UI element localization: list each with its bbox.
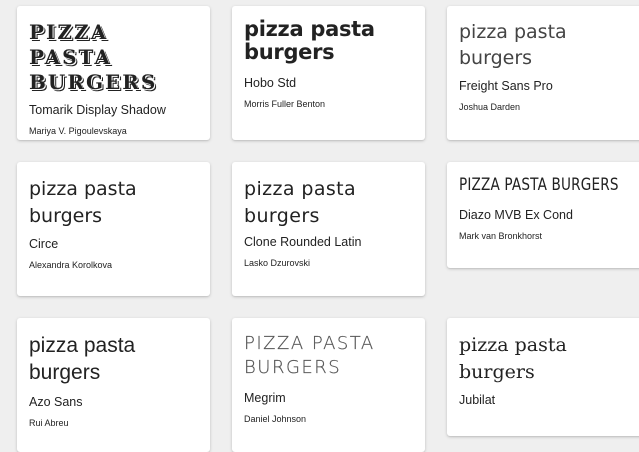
font-name: Hobo Std: [244, 76, 297, 91]
font-designer: Mark van Bronkhorst: [459, 230, 543, 241]
font-card-hobo[interactable]: pizza pasta burgers Hobo Std Morris Full…: [232, 6, 425, 140]
font-gallery: pizza pasta burgers Tomarik Display Shad…: [0, 0, 639, 452]
font-sample: PIZZA PASTA BURGERS: [459, 175, 619, 195]
font-sample: pizza pasta burgers: [459, 334, 567, 383]
font-designer: Mariya V. Pigoulevskaya: [29, 126, 127, 136]
font-designer: Lasko Dzurovski: [244, 258, 311, 269]
font-sample: pizza pasta burgers: [29, 20, 158, 94]
font-card-megrim[interactable]: pizza pasta burgers Megrim Daniel Johnso…: [232, 318, 425, 452]
font-card-azo-sans[interactable]: pizza pasta burgers Azo Sans Rui Abreu: [17, 318, 210, 452]
font-sample: pizza pasta burgers: [29, 334, 136, 385]
font-name: Tomarik Display Shadow: [29, 103, 166, 117]
font-sample: pizza pasta burgers: [459, 21, 567, 69]
font-name: Azo Sans: [29, 394, 83, 409]
font-designer: Rui Abreu: [29, 417, 69, 428]
font-name: Diazo MVB Ex Cond: [459, 207, 573, 222]
font-name: Megrim: [244, 390, 286, 405]
font-name: Circe: [29, 237, 59, 252]
font-card-diazo[interactable]: PIZZA PASTA BURGERS Diazo MVB Ex Cond Ma…: [447, 162, 639, 268]
font-card-freight[interactable]: pizza pasta burgers Freight Sans Pro Jos…: [447, 6, 639, 140]
font-designer: Daniel Johnson: [244, 413, 307, 424]
font-sample: pizza pasta burgers: [244, 333, 375, 379]
font-sample: pizza pasta burgers: [244, 178, 357, 227]
font-designer: Morris Fuller Benton: [244, 99, 326, 110]
font-card-clone-rounded[interactable]: pizza pasta burgers Clone Rounded Latin …: [232, 162, 425, 296]
font-designer: Alexandra Korolkova: [29, 260, 113, 271]
font-card-tomarik[interactable]: pizza pasta burgers Tomarik Display Shad…: [17, 6, 210, 140]
font-name: Freight Sans Pro: [459, 79, 553, 94]
font-card-jubilat[interactable]: pizza pasta burgers Jubilat: [447, 318, 639, 436]
font-name: Jubilat: [459, 393, 496, 408]
font-sample: pizza pasta burgers: [244, 17, 375, 65]
font-card-circe[interactable]: pizza pasta burgers Circe Alexandra Koro…: [17, 162, 210, 296]
font-designer: Joshua Darden: [459, 102, 521, 113]
font-sample: pizza pasta burgers: [29, 178, 137, 227]
font-name: Clone Rounded Latin: [244, 235, 362, 250]
